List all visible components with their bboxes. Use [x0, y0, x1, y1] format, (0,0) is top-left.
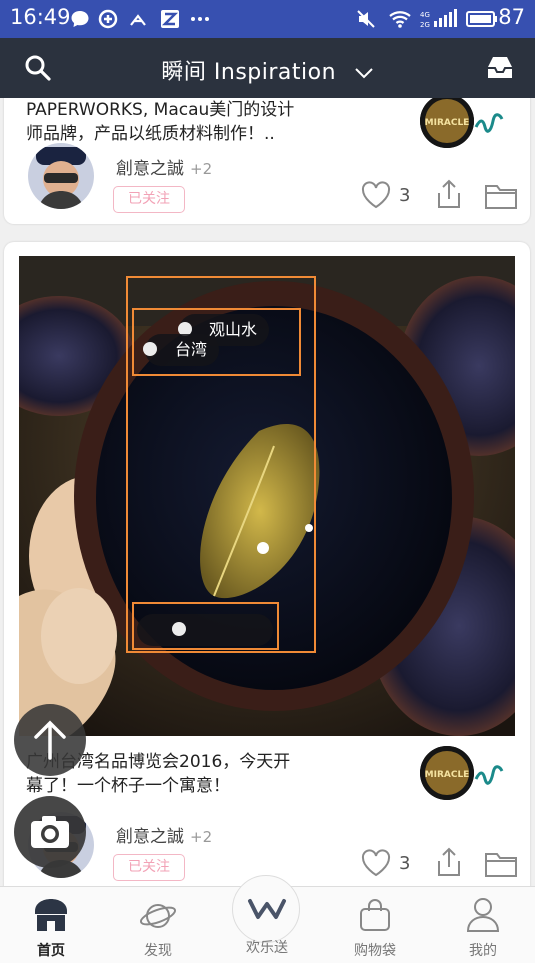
sync-icon [98, 9, 118, 29]
nav-label: 首页 [37, 943, 65, 959]
author-name: 創意之誠 [116, 827, 184, 847]
camera-icon [31, 816, 69, 848]
nav-label: 欢乐送 [246, 940, 288, 956]
scroll-to-top-button[interactable] [14, 704, 86, 776]
svg-text:MIRACLE: MIRACLE [425, 118, 470, 128]
network-icon [130, 14, 146, 26]
post-caption: PAPERWORKS, Macau美门的设计师品牌，产品以纸质材料制作！.. [26, 100, 295, 144]
nav-item-happy-delivery-label[interactable]: 欢乐送 [222, 887, 312, 963]
like-count: 3 [399, 185, 411, 206]
bottom-nav: 首页 发现 欢乐送 购物袋 我的 [0, 875, 535, 963]
nav-label: 发现 [144, 943, 172, 959]
miracle-badge-icon: MIRACLE [420, 746, 474, 800]
like-count: 3 [399, 853, 411, 874]
follow-button[interactable]: 已关注 [113, 186, 185, 213]
miracle-badge-icon: MIRACLE [420, 98, 474, 148]
wifi-icon [389, 11, 411, 28]
shopping-bag-icon [360, 899, 390, 931]
status-time: 16:49 [10, 5, 71, 29]
feed[interactable]: PAPERWORKS, Macau美门的设计师品牌，产品以纸质材料制作！.. M… [0, 98, 535, 886]
nav-item-profile[interactable]: 我的 [438, 887, 528, 963]
chevron-down-icon [354, 68, 373, 79]
author-extra: +2 [190, 160, 213, 178]
profile-icon [466, 898, 500, 932]
chat-bubble-icon [71, 11, 89, 27]
mute-icon [357, 10, 375, 28]
share-icon[interactable] [434, 846, 464, 878]
avatar[interactable] [28, 143, 94, 209]
arrow-up-icon [34, 720, 66, 760]
post-author[interactable]: 創意之誠 +2 [116, 822, 212, 847]
svg-text:4G: 4G [420, 11, 430, 19]
heart-icon[interactable] [360, 180, 392, 210]
post-card[interactable]: 观山水 台湾 广州台湾名品博览会2016，今天开幕了！一个杯子一个寓意！ MIR… [4, 242, 530, 886]
battery-level: 87 [498, 5, 525, 29]
brand-wave-icon [474, 765, 504, 785]
svg-text:MIRACLE: MIRACLE [425, 770, 470, 780]
nav-item-discover[interactable]: 发现 [113, 887, 203, 963]
post-author[interactable]: 創意之誠 +2 [116, 154, 212, 179]
follow-button[interactable]: 已关注 [113, 854, 185, 881]
battery-icon [466, 11, 497, 27]
app-header: 瞬间 Inspiration [0, 38, 535, 98]
nav-label: 购物袋 [354, 943, 396, 959]
page-title: 瞬间 Inspiration [161, 60, 337, 85]
nav-item-shopping-bag[interactable]: 购物袋 [330, 887, 420, 963]
folder-icon[interactable] [484, 182, 518, 210]
nav-label: 我的 [469, 943, 497, 959]
brand-wave-icon [474, 113, 504, 133]
folder-icon[interactable] [484, 850, 518, 878]
planet-icon [139, 904, 177, 928]
heart-icon[interactable] [360, 848, 392, 878]
author-name: 創意之誠 [116, 159, 184, 179]
z-app-icon [161, 10, 179, 28]
inbox-icon[interactable] [485, 53, 515, 83]
highlight-box [132, 602, 279, 650]
author-extra: +2 [190, 828, 213, 846]
more-dots-icon [191, 17, 209, 21]
camera-button[interactable] [14, 796, 86, 868]
header-title-dropdown[interactable]: 瞬间 Inspiration [0, 54, 535, 86]
nav-item-home[interactable]: 首页 [6, 887, 96, 963]
signal-icon: 4G2G [420, 9, 457, 29]
share-icon[interactable] [434, 178, 464, 210]
highlight-box [132, 308, 301, 376]
svg-text:2G: 2G [420, 21, 430, 29]
post-card[interactable]: PAPERWORKS, Macau美门的设计师品牌，产品以纸质材料制作！.. M… [4, 98, 530, 224]
home-icon [35, 899, 67, 931]
post-photo[interactable]: 观山水 台湾 [19, 256, 515, 736]
status-bar: 16:49 4G 2G 87 [0, 0, 535, 38]
